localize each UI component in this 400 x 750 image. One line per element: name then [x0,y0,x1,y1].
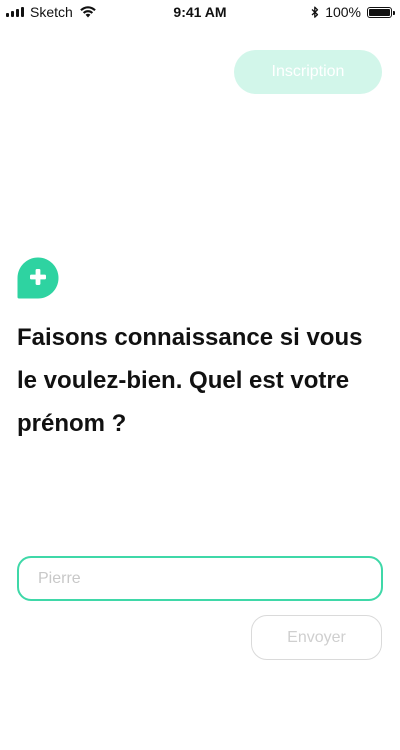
onboarding-screen: Sketch 9:41 AM 100% Inscription Faisons … [0,0,400,750]
send-button[interactable]: Envoyer [251,615,382,660]
bluetooth-icon [311,6,319,18]
battery-percentage: 100% [325,4,361,20]
status-bar: Sketch 9:41 AM 100% [0,0,400,26]
battery-icon [367,6,395,18]
status-right: 100% [311,4,395,20]
chat-plus-icon [17,257,59,299]
question-heading: Faisons connaissance si vous le voulez-b… [17,324,363,437]
signup-button[interactable]: Inscription [234,50,382,94]
first-name-input[interactable] [17,556,383,601]
